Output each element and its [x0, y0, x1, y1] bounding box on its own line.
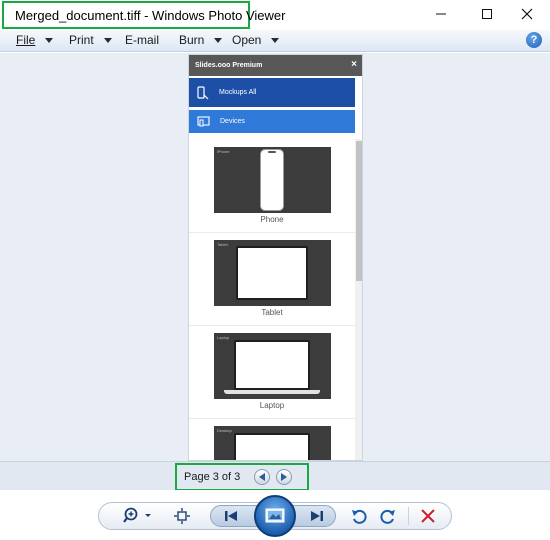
phone-cursor-icon [197, 85, 209, 99]
document-scrollbar-thumb [356, 141, 362, 281]
arrow-left-icon [259, 473, 266, 481]
tablet-mockup-image: Tablet [214, 240, 331, 306]
menu-file[interactable]: File [16, 33, 54, 47]
arrow-right-icon [281, 473, 288, 481]
menu-email-label: E-mail [125, 33, 160, 47]
delete-icon [421, 509, 435, 523]
menu-burn-label: Burn [179, 33, 205, 47]
tablet-shape [236, 246, 308, 300]
toolbar-divider [408, 507, 409, 525]
menu-file-label: File [16, 33, 36, 47]
minimize-button[interactable] [418, 0, 464, 28]
window-title-highlight: Merged_document.tiff - Windows Photo Vie… [2, 1, 286, 29]
previous-page-button[interactable] [254, 469, 271, 485]
desktop-mockup-image: Desktop [214, 426, 331, 460]
menu-burn[interactable]: Burn [179, 33, 223, 47]
card-corner-tag: Desktop [217, 428, 232, 433]
phone-shape [260, 149, 284, 211]
delete-button[interactable] [418, 506, 438, 526]
document-header: Slides.ooo Premium × [189, 55, 362, 76]
card-label: Tablet [261, 308, 283, 317]
document-nav-mockups-label: Mockups All [219, 89, 257, 96]
previous-icon [225, 511, 237, 521]
document-nav-devices-label: Devices [220, 118, 245, 125]
window-title: Merged_document.tiff - Windows Photo Vie… [15, 7, 286, 23]
menu-print[interactable]: Print [69, 33, 112, 47]
chevron-down-icon [45, 37, 54, 43]
page-indicator-highlight: Page 3 of 3 [175, 463, 309, 491]
minimize-icon [436, 13, 446, 15]
device-card-laptop: Laptop Laptop [189, 329, 355, 419]
rotate-right-button[interactable] [378, 506, 398, 526]
laptop-base-shape [224, 390, 320, 394]
zoom-button[interactable] [120, 504, 154, 528]
next-page-button[interactable] [276, 469, 293, 485]
phone-mockup-image: iPhone [214, 147, 331, 213]
image-viewing-area: Slides.ooo Premium × Mockups All Devices… [0, 53, 550, 461]
chevron-down-icon [271, 37, 280, 43]
desktop-screen-shape [234, 433, 310, 460]
next-button[interactable] [306, 506, 328, 526]
document-page: Slides.ooo Premium × Mockups All Devices… [188, 54, 363, 461]
menu-print-label: Print [69, 33, 94, 47]
close-button[interactable] [504, 0, 550, 28]
document-nav-mockups: Mockups All [189, 78, 355, 107]
next-icon [311, 511, 323, 521]
document-nav-devices: Devices [189, 110, 355, 133]
maximize-icon [482, 9, 492, 19]
rotate-left-icon [352, 509, 367, 524]
help-icon[interactable]: ? [526, 32, 542, 48]
actual-size-icon [174, 508, 190, 524]
rotate-right-icon [380, 509, 395, 524]
actual-size-button[interactable] [172, 506, 192, 526]
menu-open[interactable]: Open [232, 33, 280, 47]
menu-email[interactable]: E-mail [125, 33, 159, 47]
chevron-down-icon [103, 37, 112, 43]
document-close-glyph: × [351, 59, 357, 70]
zoom-icon [123, 507, 151, 523]
card-corner-tag: iPhone [217, 149, 230, 154]
title-bar: Merged_document.tiff - Windows Photo Vie… [0, 0, 550, 30]
card-corner-tag: Laptop [217, 335, 230, 340]
laptop-screen-shape [234, 340, 310, 390]
page-indicator: Page 3 of 3 [184, 471, 241, 483]
document-header-title: Slides.ooo Premium [195, 62, 263, 69]
bottom-toolbar [0, 490, 550, 540]
chevron-down-icon [214, 37, 223, 43]
card-label: Phone [260, 215, 284, 224]
page-navigation-bar: Page 3 of 3 [0, 461, 550, 491]
menu-bar: File Print E-mail Burn Open ? [0, 30, 550, 52]
card-label: Laptop [259, 401, 285, 410]
card-corner-tag: Tablet [217, 242, 228, 247]
device-card-phone: iPhone Phone [189, 143, 355, 233]
close-icon [521, 8, 533, 20]
devices-icon [197, 116, 210, 127]
laptop-mockup-image: Laptop [214, 333, 331, 399]
device-card-desktop: Desktop [189, 422, 355, 460]
device-card-tablet: Tablet Tablet [189, 236, 355, 326]
menu-open-label: Open [232, 33, 262, 47]
document-scrollbar [355, 139, 362, 460]
previous-button[interactable] [220, 506, 242, 526]
rotate-left-button[interactable] [349, 506, 369, 526]
slideshow-icon [265, 508, 285, 523]
slideshow-button[interactable] [254, 495, 296, 537]
